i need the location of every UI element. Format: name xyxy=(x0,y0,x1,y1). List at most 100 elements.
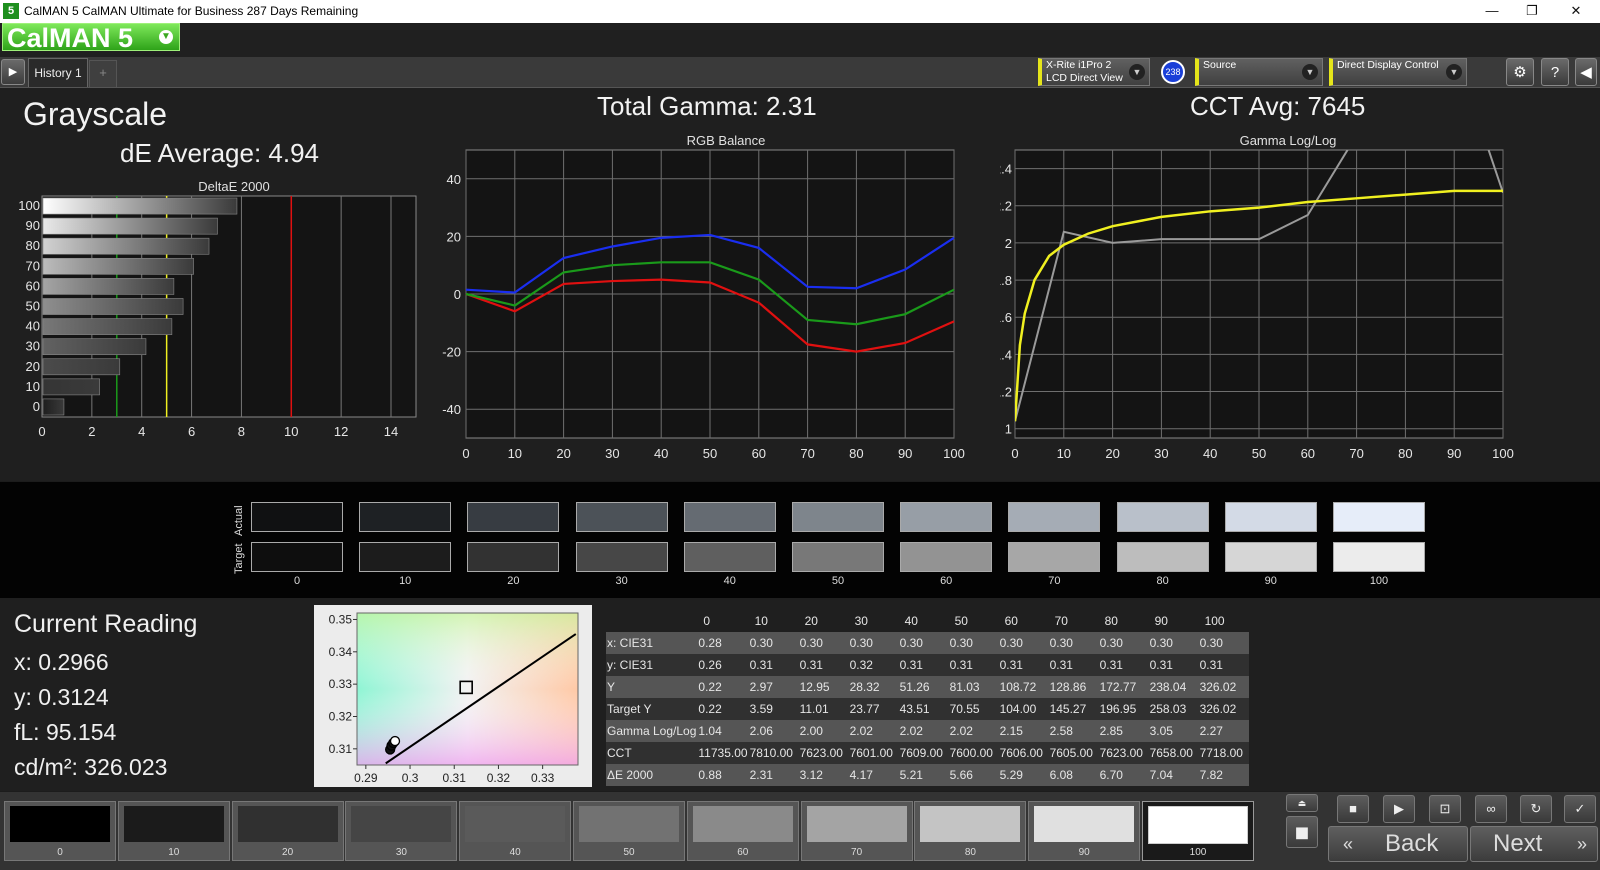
play-right-icon[interactable]: ▶ xyxy=(1,59,25,85)
table-cell: 0.30 xyxy=(798,632,849,654)
maximize-button[interactable]: ❐ xyxy=(1512,0,1552,23)
gamma-log-chart: 0 10 20 30 40 50 60 70 80 90 100 2.4 2.2 2 1.8 1.6 1.4 1.… xyxy=(1000,149,1514,461)
patch-button-40[interactable]: 40 xyxy=(459,801,572,861)
gamma-y-tick: 2.2 xyxy=(1000,199,1012,214)
cie-y-tick: 0.32 xyxy=(329,709,353,723)
table-cell: 2.02 xyxy=(948,720,999,742)
eject-icon[interactable]: ⏏ xyxy=(1286,794,1318,812)
patch-button-20[interactable]: 20 xyxy=(231,801,344,861)
cie-y-tick: 0.33 xyxy=(329,677,353,691)
measure-icon[interactable]: ⊡ xyxy=(1429,795,1461,823)
target-swatch xyxy=(575,542,668,572)
de-average: dE Average: 4.94 xyxy=(120,138,320,168)
settings-gear-icon[interactable]: ⚙ xyxy=(1506,58,1534,86)
table-column-header: 40 xyxy=(898,610,949,632)
target-swatch xyxy=(467,542,560,572)
actual-swatch xyxy=(792,502,884,532)
patch-button-100[interactable]: 100 xyxy=(1142,801,1254,861)
table-row: Y 0.22 2.97 12.95 28.32 51.26 81.03 108.72 128.8… xyxy=(606,676,1249,698)
table-cell: 28.32 xyxy=(848,676,899,698)
add-tab-button[interactable]: + xyxy=(89,60,117,88)
patch-color xyxy=(920,806,1021,842)
tab-history-1[interactable]: History 1 xyxy=(28,58,88,87)
gamma-x-tick: 60 xyxy=(1301,446,1315,461)
help-icon[interactable]: ? xyxy=(1541,58,1569,86)
table-cell: 6.08 xyxy=(1048,764,1099,786)
gamma-x-tick: 10 xyxy=(1057,446,1071,461)
chevron-down-icon: ▼ xyxy=(1129,64,1145,80)
gamma-x-tick: 50 xyxy=(1252,446,1266,461)
display-control-selector[interactable]: Direct Display Control ▼ xyxy=(1329,58,1467,86)
gamma-y-tick: 1 xyxy=(1005,422,1012,437)
patch-label: 10 xyxy=(168,847,180,858)
table-cell: 0.22 xyxy=(697,698,749,720)
patch-color xyxy=(1034,806,1135,842)
patch-color xyxy=(10,806,110,842)
next-label: Next xyxy=(1493,830,1543,857)
source-selector[interactable]: Source ▼ xyxy=(1195,58,1323,86)
check-icon[interactable]: ✓ xyxy=(1564,795,1596,823)
play-icon[interactable]: ▶ xyxy=(1383,795,1415,823)
patch-label: 20 xyxy=(282,847,294,858)
table-cell: 128.86 xyxy=(1048,676,1099,698)
patch-button-30[interactable]: 30 xyxy=(345,801,458,861)
stop-icon[interactable]: ■ xyxy=(1337,795,1369,823)
row-label: ΔE 2000 xyxy=(606,764,698,786)
table-cell: 7623.00 xyxy=(798,742,849,764)
patch-button-70[interactable]: 70 xyxy=(800,801,913,861)
swatch-label: 30 xyxy=(615,575,628,587)
table-cell: 326.02 xyxy=(1198,676,1249,698)
patch-color xyxy=(123,806,224,842)
target-swatch xyxy=(1008,542,1101,572)
table-cell: 0.31 xyxy=(798,654,849,676)
meter-selector[interactable]: X-Rite i1Pro 2 LCD Direct View ▼ xyxy=(1038,58,1150,86)
stop-measure-icon[interactable]: ◼ xyxy=(1286,816,1318,848)
table-cell: 0.28 xyxy=(697,632,749,654)
rgb-x-tick: 90 xyxy=(898,446,912,461)
table-cell: 0.22 xyxy=(697,676,749,698)
patch-button-60[interactable]: 60 xyxy=(686,801,799,861)
table-cell: 2.97 xyxy=(748,676,799,698)
collapse-left-icon[interactable]: ◀ xyxy=(1575,58,1597,86)
patch-color xyxy=(579,806,679,842)
patch-button-50[interactable]: 50 xyxy=(573,801,685,861)
close-button[interactable]: ✕ xyxy=(1556,0,1596,23)
patch-button-0[interactable]: 0 xyxy=(4,801,116,861)
deltae-bar xyxy=(42,237,210,255)
swatch-label: 80 xyxy=(1156,575,1169,587)
chevron-down-icon: ▼ xyxy=(159,30,173,44)
minimize-button[interactable]: — xyxy=(1472,0,1512,23)
cie-x-tick: 0.29 xyxy=(354,771,378,785)
meter-count-badge: 238 xyxy=(1161,60,1185,84)
table-cell: 7810.00 xyxy=(748,742,799,764)
patch-button-10[interactable]: 10 xyxy=(117,801,230,861)
deltae-y-tick: 40 xyxy=(26,319,40,334)
target-swatch xyxy=(683,542,776,572)
cie-y-tick: 0.31 xyxy=(329,742,353,756)
rgb-x-tick: 60 xyxy=(752,446,766,461)
table-cell: 0.88 xyxy=(697,764,749,786)
patch-color xyxy=(465,806,566,842)
rgb-x-tick: 70 xyxy=(800,446,814,461)
table-cell: 104.00 xyxy=(998,698,1049,720)
next-button[interactable]: Next » xyxy=(1470,826,1598,862)
gamma-x-tick: 100 xyxy=(1492,446,1514,461)
patch-button-80[interactable]: 80 xyxy=(914,801,1027,861)
table-cell: 7658.00 xyxy=(1148,742,1199,764)
table-cell: 238.04 xyxy=(1148,676,1199,698)
table-column-header: 10 xyxy=(748,610,799,632)
table-cell: 2.31 xyxy=(748,764,799,786)
back-button[interactable]: « Back xyxy=(1328,826,1468,862)
patch-button-90[interactable]: 90 xyxy=(1028,801,1141,861)
table-header-row: 0 10 20 30 40 50 60 70 80 90 100 xyxy=(606,610,1249,632)
table-cell: 0.30 xyxy=(948,632,999,654)
table-cell: 12.95 xyxy=(798,676,849,698)
patch-color xyxy=(237,806,338,842)
refresh-icon[interactable]: ↻ xyxy=(1520,795,1552,823)
table-cell: 0.31 xyxy=(1048,654,1099,676)
table-cell: 23.77 xyxy=(848,698,899,720)
actual-swatch xyxy=(575,502,668,532)
calman-logo-menu[interactable]: CalMAN 5 ▼ xyxy=(2,23,180,52)
table-cell: 0.31 xyxy=(1098,654,1149,676)
continuous-icon[interactable]: ∞ xyxy=(1475,795,1507,823)
